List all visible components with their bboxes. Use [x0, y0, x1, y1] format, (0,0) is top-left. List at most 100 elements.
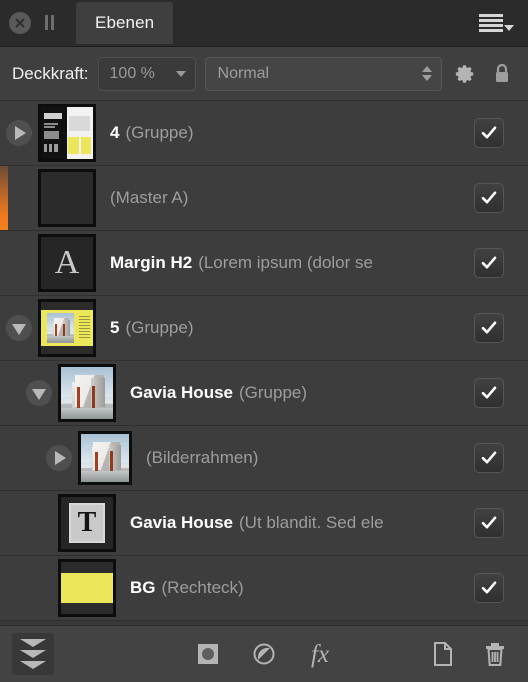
fx-label: fx [310, 640, 330, 668]
layer-label: 5 (Gruppe) [110, 318, 464, 338]
layer-name: 5 [110, 318, 120, 337]
layer-label: BG (Rechteck) [130, 578, 464, 598]
layer-row[interactable]: A Margin H2 (Lorem ipsum (dolor se [0, 231, 528, 296]
layer-row[interactable]: 4 (Gruppe) [0, 101, 528, 166]
thumb-page-art [41, 302, 93, 354]
checkmark-icon [481, 256, 497, 269]
layer-thumbnail[interactable] [38, 299, 96, 357]
adjustment-icon[interactable] [243, 633, 285, 675]
opacity-input[interactable]: 100 % [97, 56, 196, 91]
tab-label: Ebenen [95, 12, 155, 32]
thumb-rect-art [61, 562, 113, 614]
checkmark-icon [481, 581, 497, 594]
layer-thumbnail[interactable] [58, 559, 116, 617]
layers-bottom-toolbar: fx [0, 625, 528, 682]
blend-mode-value: Normal [217, 64, 270, 82]
layer-label: (Bilderrahmen) [146, 448, 464, 468]
layer-row[interactable]: T Gavia House (Ut blandit. Sed ele [0, 491, 528, 556]
layer-type: (Gruppe) [125, 318, 194, 337]
chevron-down-icon [504, 24, 514, 31]
layer-row[interactable]: (Master A) [0, 166, 528, 231]
layer-name: Gavia House [130, 383, 233, 402]
disclosure-triangle-expanded-icon[interactable] [6, 315, 32, 341]
thumb-text-a-art: A [41, 237, 93, 289]
layer-label: Margin H2 (Lorem ipsum (dolor se [110, 253, 464, 273]
layer-thumbnail[interactable] [78, 431, 132, 485]
layer-visibility-checkbox[interactable] [474, 378, 504, 408]
layers-stack-icon[interactable] [12, 633, 54, 675]
mask-icon[interactable] [187, 633, 229, 675]
opacity-value: 100 % [109, 64, 155, 82]
checkmark-icon [481, 516, 497, 529]
layer-name: Margin H2 [110, 253, 193, 272]
disclosure-triangle-expanded-icon[interactable] [26, 380, 52, 406]
thumb-text-t-art: T [61, 497, 113, 549]
layer-row[interactable]: 5 (Gruppe) [0, 296, 528, 361]
thumb-building-photo [81, 434, 129, 482]
chevron-down-icon [175, 70, 186, 77]
tab-ebenen[interactable]: Ebenen [76, 1, 174, 44]
layer-name: 4 [110, 123, 120, 142]
layer-label: 4 (Gruppe) [110, 123, 464, 143]
disclosure-triangle-collapsed-icon[interactable] [6, 120, 32, 146]
layer-thumbnail[interactable]: A [38, 234, 96, 292]
layer-visibility-checkbox[interactable] [474, 183, 504, 213]
stepper-arrows-icon[interactable] [422, 66, 432, 81]
checkmark-icon [481, 191, 497, 204]
layer-row[interactable]: (Bilderrahmen) [0, 426, 528, 491]
layer-type: (Rechteck) [161, 578, 244, 597]
layer-type: (Gruppe) [125, 123, 194, 142]
layer-visibility-checkbox[interactable] [474, 443, 504, 473]
layer-thumbnail[interactable]: T [58, 494, 116, 552]
checkmark-icon [481, 386, 497, 399]
checkmark-icon [481, 126, 497, 139]
gear-icon[interactable] [451, 63, 479, 85]
layer-type: (Gruppe) [239, 383, 308, 402]
layer-visibility-checkbox[interactable] [474, 573, 504, 603]
disclosure-triangle-collapsed-icon[interactable] [46, 445, 72, 471]
layer-visibility-checkbox[interactable] [474, 118, 504, 148]
layer-label: (Master A) [110, 188, 464, 208]
layers-panel: Ebenen Deckkraft: 100 % Normal 4 (Gruppe… [0, 0, 528, 682]
layer-name: BG [130, 578, 156, 597]
layer-row[interactable]: Gavia House (Gruppe) [0, 361, 528, 426]
layer-name: Gavia House [130, 513, 233, 532]
layer-type: (Bilderrahmen) [146, 448, 259, 467]
layer-type: (Master A) [110, 188, 189, 207]
fx-icon[interactable]: fx [299, 633, 341, 675]
checkmark-icon [481, 321, 497, 334]
close-icon[interactable] [9, 11, 31, 34]
checkmark-icon [481, 451, 497, 464]
thumb-spread-art [41, 107, 93, 159]
hamburger-menu-icon[interactable] [475, 10, 518, 36]
new-layer-icon[interactable] [422, 633, 464, 675]
hamburger-lines-icon [479, 13, 503, 32]
layer-label: Gavia House (Ut blandit. Sed ele [130, 513, 464, 533]
layer-visibility-checkbox[interactable] [474, 248, 504, 278]
layer-thumbnail[interactable] [38, 104, 96, 162]
layer-label: Gavia House (Gruppe) [130, 383, 464, 403]
layer-options-bar: Deckkraft: 100 % Normal [0, 47, 528, 101]
tabbar-left-controls: Ebenen [0, 0, 174, 46]
thumb-empty-art [41, 172, 93, 224]
master-page-marker [0, 166, 8, 230]
layer-row[interactable]: BG (Rechteck) [0, 556, 528, 621]
panel-tabbar: Ebenen [0, 0, 528, 47]
layer-visibility-checkbox[interactable] [474, 508, 504, 538]
opacity-label: Deckkraft: [12, 63, 89, 83]
layer-list[interactable]: 4 (Gruppe) (Master A) A Margin H2 (Lorem ipsu… [0, 101, 528, 625]
trash-icon[interactable] [474, 633, 516, 675]
layer-thumbnail[interactable] [38, 169, 96, 227]
layer-tools-center: fx [187, 633, 341, 675]
layer-type: (Lorem ipsum (dolor se [198, 253, 373, 272]
lock-icon[interactable] [488, 62, 516, 86]
layer-type: (Ut blandit. Sed ele [239, 513, 384, 532]
tabbar-right-controls [475, 0, 528, 46]
layer-visibility-checkbox[interactable] [474, 313, 504, 343]
thumb-building-photo [47, 313, 75, 343]
thumb-building-photo [61, 367, 113, 419]
pause-grip-icon[interactable] [43, 15, 56, 30]
blend-mode-select[interactable]: Normal [204, 56, 442, 91]
layer-thumbnail[interactable] [58, 364, 116, 422]
layer-tools-right [422, 633, 516, 675]
